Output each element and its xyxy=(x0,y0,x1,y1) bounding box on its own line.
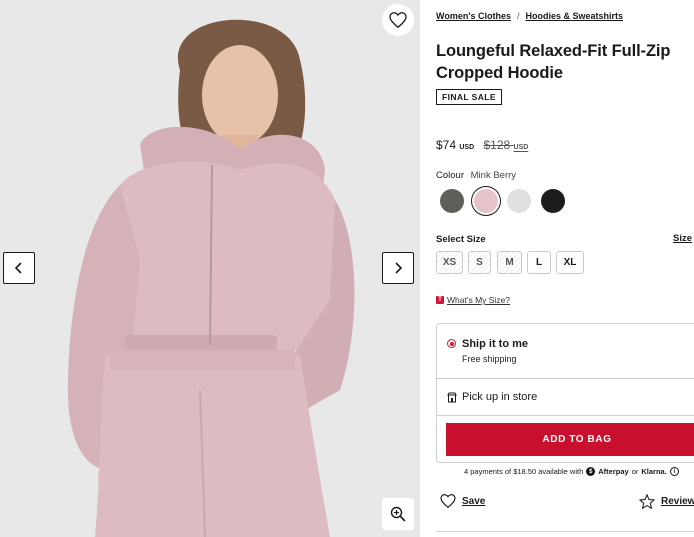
sale-price: $74 xyxy=(436,138,457,152)
whats-my-size-link[interactable]: T What's My Size? xyxy=(436,295,510,305)
swatch-black[interactable] xyxy=(541,189,565,213)
size-option-xl[interactable]: XL xyxy=(556,251,584,274)
afterpay-label[interactable]: Afterpay xyxy=(598,467,628,476)
colour-selected-value: Mink Berry xyxy=(470,170,517,181)
payment-or: or xyxy=(631,467,639,476)
product-actions: Save Reviews xyxy=(440,494,694,514)
heart-icon xyxy=(389,12,407,28)
price-block: $74 USD $128 USD xyxy=(436,138,528,152)
ship-subtitle: Free shipping xyxy=(462,354,517,364)
colour-label: Colour xyxy=(436,170,464,181)
size-option-l[interactable]: L xyxy=(527,251,551,274)
heart-icon xyxy=(440,494,456,508)
original-price: $128 USD xyxy=(483,138,529,152)
product-title: Loungeful Relaxed-Fit Full-Zip Cropped H… xyxy=(436,42,671,82)
product-photo xyxy=(0,0,420,537)
ship-to-me-option[interactable]: Ship it to me Free shipping xyxy=(437,324,694,379)
size-option-s[interactable]: S xyxy=(468,251,491,274)
pickup-title: Pick up in store xyxy=(462,391,538,403)
size-option-xs[interactable]: XS xyxy=(436,251,463,274)
next-image-button[interactable] xyxy=(382,252,414,284)
previous-image-button[interactable] xyxy=(3,252,35,284)
true-fit-logo-icon: T xyxy=(436,296,444,304)
zoom-in-icon xyxy=(390,506,406,522)
swatch-mink-berry[interactable] xyxy=(474,189,498,213)
product-image-gallery xyxy=(0,0,420,537)
divider xyxy=(436,531,694,532)
reviews-label: Reviews xyxy=(661,496,694,507)
fulfilment-box: Ship it to me Free shipping Pick up in s… xyxy=(436,323,694,463)
breadcrumb-womens-clothes[interactable]: Women's Clothes xyxy=(436,11,511,21)
reviews-link[interactable]: Reviews xyxy=(639,494,694,509)
afterpay-icon: $ xyxy=(586,467,596,476)
breadcrumb-separator: / xyxy=(516,11,520,21)
add-to-bag-button[interactable]: ADD TO BAG xyxy=(446,423,694,456)
product-details-panel: Women's Clothes / Hoodies & Sweatshirts … xyxy=(420,0,694,537)
breadcrumb: Women's Clothes / Hoodies & Sweatshirts xyxy=(436,11,623,21)
breadcrumb-hoodies[interactable]: Hoodies & Sweatshirts xyxy=(526,11,624,21)
store-icon xyxy=(447,392,457,403)
save-label: Save xyxy=(462,495,486,507)
final-sale-badge: FINAL SALE xyxy=(436,89,502,105)
info-icon[interactable]: i xyxy=(669,467,679,476)
whats-my-size-text: What's My Size? xyxy=(447,295,511,305)
sale-price-currency: USD xyxy=(459,144,475,151)
zoom-image-button[interactable] xyxy=(382,498,414,530)
chevron-right-icon xyxy=(395,262,403,274)
swatch-light-grey[interactable] xyxy=(507,189,531,213)
payment-options: 4 payments of $18.50 available with $ Af… xyxy=(464,467,679,476)
ship-radio[interactable] xyxy=(447,339,456,348)
colour-label-row: Colour Mink Berry xyxy=(436,170,516,181)
save-button[interactable]: Save xyxy=(440,494,485,508)
payment-text: 4 payments of $18.50 available with xyxy=(464,467,584,476)
klarna-label[interactable]: Klarna. xyxy=(641,467,666,476)
chevron-left-icon xyxy=(14,262,22,274)
star-icon xyxy=(639,494,655,509)
wishlist-heart-button[interactable] xyxy=(382,4,414,36)
swatch-grey[interactable] xyxy=(440,189,464,213)
size-option-m[interactable]: M xyxy=(497,251,522,274)
ship-title: Ship it to me xyxy=(462,338,528,350)
size-guide-link[interactable]: Size xyxy=(673,233,692,244)
select-size-label: Select Size xyxy=(436,234,486,245)
pick-up-in-store-option[interactable]: Pick up in store xyxy=(437,379,694,416)
